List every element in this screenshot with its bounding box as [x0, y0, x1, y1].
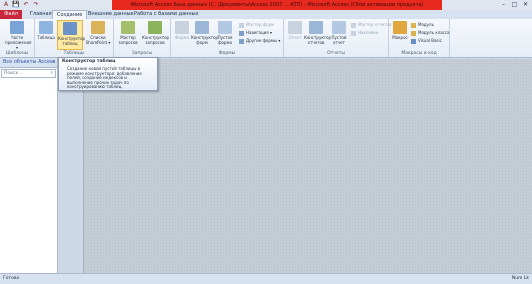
group-label-tables: Таблицы: [63, 51, 85, 56]
group-forms: Форма Конструктор форм Пустая форма Маст…: [171, 19, 284, 57]
query-designer-button[interactable]: Конструктор запросов: [142, 20, 169, 48]
group-tables: Таблица Конструктор таблиц Списки ShareP…: [35, 19, 114, 57]
table-designer-button[interactable]: Конструктор таблиц: [57, 20, 85, 50]
navigation-button[interactable]: Навигация ▾: [239, 29, 272, 36]
form-designer-icon: [195, 21, 209, 34]
tab-file[interactable]: Файл: [0, 10, 22, 19]
labels-button[interactable]: Наклейки: [351, 29, 379, 36]
report-button[interactable]: Отчет: [285, 20, 305, 48]
search-icon: ⌕: [50, 71, 53, 76]
table-designer-icon: [63, 22, 77, 35]
empty-form-icon: [218, 21, 232, 34]
query-wizard-button[interactable]: Мастер запросов: [116, 20, 140, 48]
labels-icon: [351, 30, 356, 36]
access-logo-icon: A: [3, 1, 9, 8]
window-title: Microsoft Access База данных (С: \Докуме…: [112, 0, 442, 10]
group-label-forms: Формы: [218, 51, 236, 56]
form-icon: [175, 21, 189, 34]
form-designer-button[interactable]: Конструктор форм: [191, 20, 218, 48]
navigation-pane: Все объекты Access « Поиск... ⌕: [0, 58, 58, 273]
ribbon: Части приложения ▾ Шаблоны Таблица Конст…: [0, 19, 532, 58]
empty-report-icon: [332, 21, 346, 34]
sharepoint-lists-icon: [91, 21, 105, 34]
macro-icon: [393, 21, 407, 34]
table-designer-tooltip: Конструктор таблиц Создание новой пустой…: [58, 57, 158, 91]
group-templates: Части приложения ▾ Шаблоны: [0, 19, 35, 57]
empty-form-button[interactable]: Пустая форма: [214, 20, 236, 48]
macro-button[interactable]: Макрос: [390, 20, 410, 48]
other-forms-button[interactable]: Другие формы ▾: [239, 37, 280, 44]
redo-icon[interactable]: ↷: [32, 1, 40, 9]
report-wizard-button[interactable]: Мастер отчетов: [351, 21, 391, 28]
module-button[interactable]: Модуль: [411, 21, 434, 28]
undo-icon[interactable]: ↶: [22, 1, 30, 9]
empty-report-button[interactable]: Пустой отчет: [329, 20, 349, 48]
query-wizard-icon: [121, 21, 135, 34]
navigation-search-input[interactable]: Поиск... ⌕: [1, 69, 56, 78]
group-label-templates: Шаблоны: [5, 51, 29, 56]
document-workspace: [83, 59, 532, 273]
form-wizard-icon: [239, 22, 244, 28]
quick-access-toolbar: A 💾 ↶ ↷: [2, 1, 40, 9]
report-designer-icon: [309, 21, 323, 34]
close-button[interactable]: ✕: [521, 1, 530, 9]
status-bar: Готово Num Lk: [0, 273, 532, 284]
save-icon[interactable]: 💾: [12, 1, 20, 9]
sharepoint-lists-button[interactable]: Списки SharePoint ▾: [85, 20, 111, 48]
visual-basic-button[interactable]: Visual Basic: [411, 37, 442, 44]
table-icon: [39, 21, 53, 34]
tooltip-body: Создание новой пустой таблицы в режиме к…: [67, 66, 142, 90]
ribbon-tabs: Файл Главная Создание Внешние данные Раб…: [0, 10, 532, 20]
minimize-button[interactable]: –: [499, 1, 508, 9]
report-designer-button[interactable]: Конструктор отчетов: [304, 20, 331, 48]
report-wizard-icon: [351, 22, 356, 28]
table-button[interactable]: Таблица: [36, 20, 56, 48]
application-parts-icon: [10, 21, 24, 34]
other-forms-icon: [239, 38, 244, 44]
title-bar: A 💾 ↶ ↷ Microsoft Access База данных (С:…: [0, 0, 532, 10]
class-module-icon: [411, 30, 416, 36]
window-controls: – □ ✕: [499, 1, 530, 9]
maximize-button[interactable]: □: [510, 1, 519, 9]
group-macros: Макрос Модуль Модуль класса Visual Basic…: [389, 19, 450, 57]
application-parts-button[interactable]: Части приложения ▾: [5, 20, 31, 50]
module-icon: [411, 22, 416, 28]
navigation-pane-header[interactable]: Все объекты Access «: [0, 58, 57, 68]
tab-database-tools[interactable]: Работа с базами данных: [130, 10, 203, 19]
form-button[interactable]: Форма: [172, 20, 192, 48]
group-queries: Мастер запросов Конструктор запросов Зап…: [114, 19, 171, 57]
group-label-reports: Отчеты: [327, 51, 345, 56]
report-icon: [288, 21, 302, 34]
visual-basic-icon: [411, 38, 416, 44]
group-label-macros: Макросы и код: [401, 51, 437, 56]
group-label-queries: Запросы: [131, 51, 153, 56]
class-module-button[interactable]: Модуль класса: [411, 29, 450, 36]
navigation-icon: [239, 30, 244, 36]
tooltip-title: Конструктор таблиц: [62, 59, 116, 64]
group-reports: Отчет Конструктор отчетов Пустой отчет М…: [284, 19, 391, 57]
form-wizard-button[interactable]: Мастер форм: [239, 21, 274, 28]
collapse-pane-icon[interactable]: «: [52, 58, 55, 67]
query-designer-icon: [148, 21, 162, 34]
